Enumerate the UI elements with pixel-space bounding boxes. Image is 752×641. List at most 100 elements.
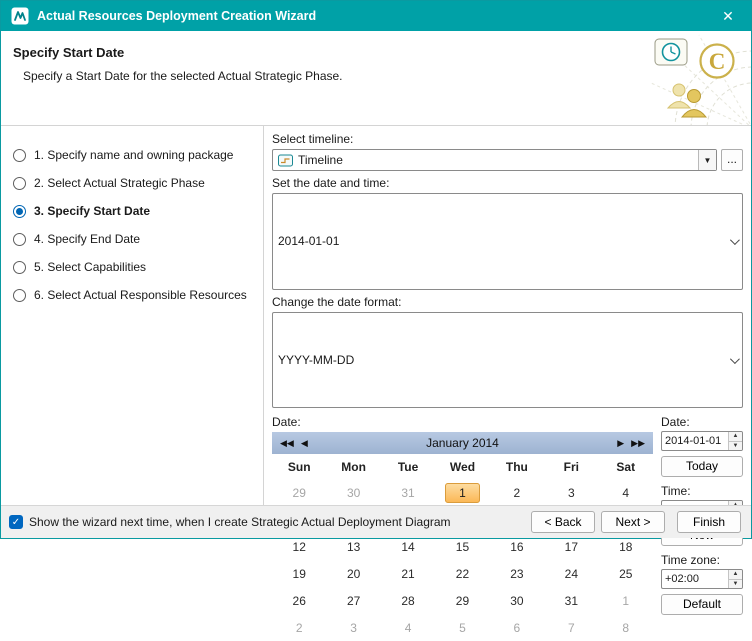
wizard-step-label: 1. Specify name and owning package (34, 148, 233, 162)
wizard-step-6[interactable]: 6. Select Actual Responsible Resources (13, 288, 255, 302)
browse-button[interactable]: ... (721, 149, 743, 171)
next-button[interactable]: Next > (601, 511, 665, 533)
calendar-day-cell[interactable]: 26 (272, 587, 326, 614)
calendar-day-cell[interactable]: 4 (381, 614, 435, 641)
chevron-down-icon[interactable] (724, 353, 742, 367)
calendar-day-header: Wed (435, 454, 489, 479)
side-date-label: Date: (661, 415, 743, 429)
wizard-step-label: 3. Specify Start Date (34, 204, 150, 218)
calendar-day-cell[interactable]: 2 (490, 479, 544, 506)
wizard-step-4[interactable]: 4. Specify End Date (13, 232, 255, 246)
calendar-day-cell[interactable]: 7 (544, 614, 598, 641)
c-logo-icon: C (701, 45, 734, 78)
spin-down-icon[interactable]: ▼ (729, 580, 742, 589)
calendar-day-cell[interactable]: 1 (599, 587, 653, 614)
finish-button[interactable]: Finish (677, 511, 741, 533)
timeline-value: Timeline (298, 153, 693, 167)
calendar-day-cell[interactable]: 27 (326, 587, 380, 614)
header-art: C (641, 31, 751, 126)
calendar-next-icon[interactable]: ▶ (617, 438, 624, 449)
timezone-spinner[interactable]: +02:00 ▲ ▼ (661, 569, 743, 589)
calendar-day-cell[interactable]: 19 (272, 560, 326, 587)
wizard-content: Select timeline: Timeline ▼ ... Set the … (264, 126, 751, 505)
wizard-step-5[interactable]: 5. Select Capabilities (13, 260, 255, 274)
clock-icon (655, 39, 687, 65)
datetime-combobox[interactable]: 2014-01-01 (272, 193, 743, 290)
calendar-day-cell[interactable]: 2 (272, 614, 326, 641)
calendar-day-cell[interactable]: 5 (435, 614, 489, 641)
default-button[interactable]: Default (661, 594, 743, 615)
calendar-day-cell[interactable]: 21 (381, 560, 435, 587)
calendar-day-cell[interactable]: 29 (435, 587, 489, 614)
calendar-day-cell[interactable]: 30 (326, 479, 380, 506)
calendar-day-cell[interactable]: 31 (544, 587, 598, 614)
app-icon (11, 7, 29, 25)
timeline-combobox[interactable]: Timeline ▼ (272, 149, 717, 171)
timezone-label: Time zone: (661, 553, 743, 567)
spin-up-icon[interactable]: ▲ (729, 570, 742, 580)
calendar-day-header: Sun (272, 454, 326, 479)
wizard-checkbox[interactable]: ✓ (9, 515, 23, 529)
radio-icon (13, 289, 26, 302)
wizard-step-label: 4. Specify End Date (34, 232, 140, 246)
calendar-grid: SunMonTueWedThuFriSat 293031123456789101… (272, 454, 653, 641)
calendar-last-icon[interactable]: ▶▶ (631, 438, 645, 449)
radio-icon (13, 149, 26, 162)
radio-icon (13, 177, 26, 190)
wizard-steps-panel: 1. Specify name and owning package 2. Sel… (1, 126, 264, 505)
calendar-day-cell[interactable]: 24 (544, 560, 598, 587)
date-spinner[interactable]: 2014-01-01 ▲ ▼ (661, 431, 743, 451)
calendar-day-cell[interactable]: 28 (381, 587, 435, 614)
date-spinner-value: 2014-01-01 (662, 432, 728, 450)
date-label: Date: (272, 415, 653, 429)
calendar-day-cell[interactable]: 1 (435, 479, 489, 506)
calendar-day-cell[interactable]: 23 (490, 560, 544, 587)
spinner-buttons[interactable]: ▲ ▼ (728, 432, 742, 450)
calendar-day-cell[interactable]: 22 (435, 560, 489, 587)
calendar-day-header: Tue (381, 454, 435, 479)
today-button[interactable]: Today (661, 456, 743, 477)
calendar-week-row: 2345678 (272, 614, 653, 641)
calendar-day-cell[interactable]: 20 (326, 560, 380, 587)
wizard-checkbox-label: Show the wizard next time, when I create… (29, 515, 451, 529)
dropdown-arrow-icon[interactable]: ▼ (698, 150, 716, 170)
calendar-week-row: 19202122232425 (272, 560, 653, 587)
footer-bar: ✓ Show the wizard next time, when I crea… (1, 505, 751, 538)
calendar-header: ◀◀ ◀ January 2014 ▶ ▶▶ (272, 432, 653, 454)
format-combobox[interactable]: YYYY-MM-DD (272, 312, 743, 409)
wizard-step-label: 2. Select Actual Strategic Phase (34, 176, 205, 190)
chevron-down-icon[interactable] (724, 234, 742, 248)
wizard-body: 1. Specify name and owning package 2. Sel… (1, 126, 751, 505)
spinner-buttons[interactable]: ▲ ▼ (728, 570, 742, 588)
close-icon[interactable]: ✕ (713, 1, 743, 31)
calendar-week-row: 2627282930311 (272, 587, 653, 614)
radio-icon (13, 261, 26, 274)
spin-down-icon[interactable]: ▼ (729, 442, 742, 451)
calendar-day-cell[interactable]: 3 (326, 614, 380, 641)
spin-up-icon[interactable]: ▲ (729, 432, 742, 442)
check-icon: ✓ (12, 517, 20, 528)
back-button[interactable]: < Back (531, 511, 595, 533)
calendar-day-header: Sat (599, 454, 653, 479)
format-label: Change the date format: (272, 295, 743, 309)
calendar-day-cell[interactable]: 30 (490, 587, 544, 614)
calendar-month-title: January 2014 (308, 436, 617, 450)
calendar-week-row: 2930311234 (272, 479, 653, 506)
calendar-day-cell[interactable]: 6 (490, 614, 544, 641)
calendar-day-cell[interactable]: 29 (272, 479, 326, 506)
calendar-day-header: Fri (544, 454, 598, 479)
wizard-step-1[interactable]: 1. Specify name and owning package (13, 148, 255, 162)
calendar-day-cell[interactable]: 31 (381, 479, 435, 506)
calendar-day-cell[interactable]: 25 (599, 560, 653, 587)
wizard-step-3[interactable]: 3. Specify Start Date (13, 204, 255, 218)
timeline-icon (278, 154, 293, 167)
calendar-day-cell[interactable]: 8 (599, 614, 653, 641)
wizard-header: Specify Start Date Specify a Start Date … (1, 31, 751, 126)
calendar-prev-icon[interactable]: ◀ (301, 438, 308, 449)
radio-icon (13, 205, 26, 218)
title-bar: Actual Resources Deployment Creation Wiz… (1, 1, 751, 31)
calendar-day-cell[interactable]: 3 (544, 479, 598, 506)
wizard-step-2[interactable]: 2. Select Actual Strategic Phase (13, 176, 255, 190)
calendar-day-cell[interactable]: 4 (599, 479, 653, 506)
calendar-first-icon[interactable]: ◀◀ (280, 438, 294, 449)
